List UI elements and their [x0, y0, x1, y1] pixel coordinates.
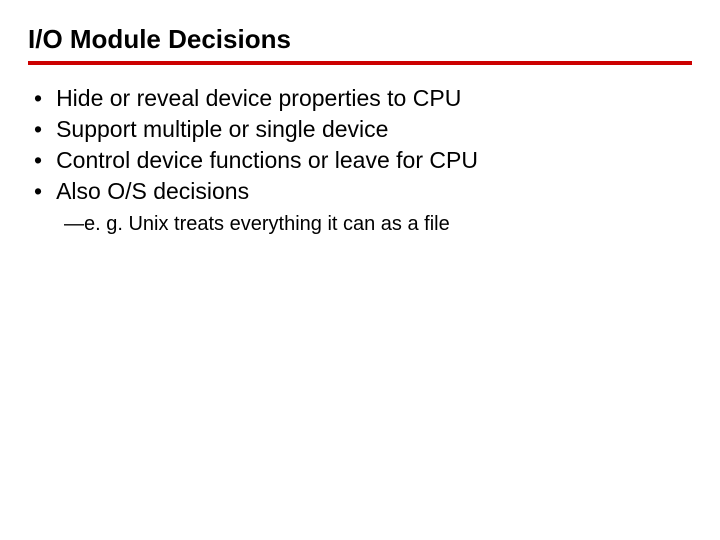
- bullet-icon: •: [34, 114, 42, 145]
- sub-list: —e. g. Unix treats everything it can as …: [28, 211, 692, 238]
- sub-item: —e. g. Unix treats everything it can as …: [64, 211, 692, 238]
- list-item: • Also O/S decisions: [34, 176, 692, 207]
- bullet-text: Hide or reveal device properties to CPU: [56, 83, 461, 114]
- bullet-icon: •: [34, 83, 42, 114]
- bullet-text: Support multiple or single device: [56, 114, 388, 145]
- bullet-list: • Hide or reveal device properties to CP…: [28, 83, 692, 207]
- bullet-text: Also O/S decisions: [56, 176, 249, 207]
- bullet-icon: •: [34, 145, 42, 176]
- list-item: • Control device functions or leave for …: [34, 145, 692, 176]
- list-item: • Support multiple or single device: [34, 114, 692, 145]
- slide-title: I/O Module Decisions: [28, 24, 692, 65]
- list-item: • Hide or reveal device properties to CP…: [34, 83, 692, 114]
- bullet-icon: •: [34, 176, 42, 207]
- bullet-text: Control device functions or leave for CP…: [56, 145, 478, 176]
